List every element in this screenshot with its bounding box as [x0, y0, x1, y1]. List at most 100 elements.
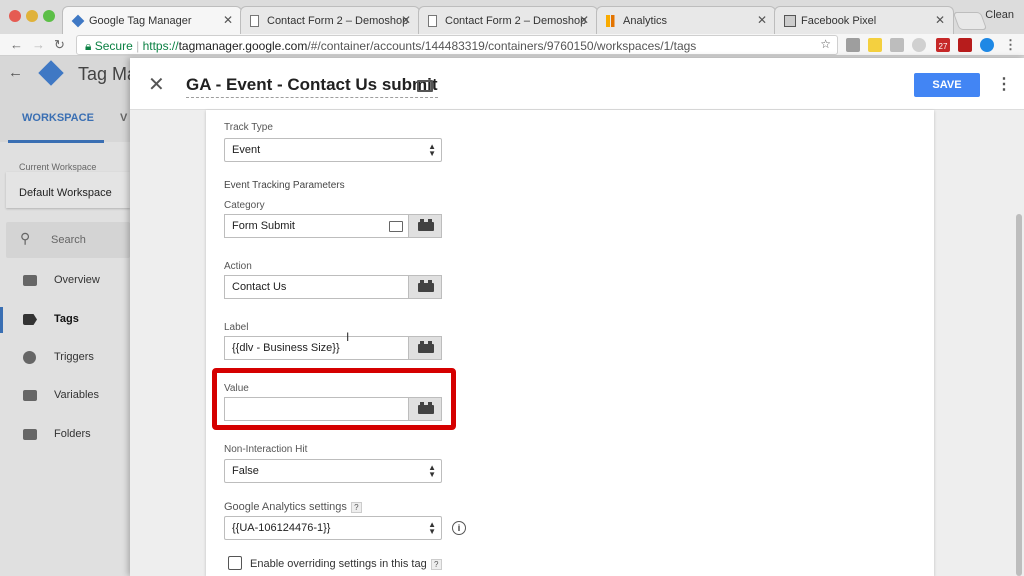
- non-interaction-hit-select[interactable]: False ▲ ▼: [224, 459, 442, 483]
- non-interaction-hit-value: False: [232, 465, 259, 477]
- tag-configuration-card: Track Type Event ▲ ▼ Event Tracking Param…: [206, 110, 934, 576]
- sidebar-search[interactable]: ⚲ Search: [6, 222, 130, 258]
- tab-title: Contact Form 2 – Demoshop: [267, 15, 409, 27]
- action-input[interactable]: Contact Us: [224, 275, 408, 299]
- gtm-favicon-icon: [71, 14, 85, 28]
- url-scheme: https://: [142, 39, 179, 53]
- close-tab-icon[interactable]: ✕: [935, 13, 945, 27]
- variable-icon: [418, 219, 434, 231]
- variable-icon: [418, 280, 434, 292]
- overview-icon: [23, 275, 37, 286]
- maximize-window-button[interactable]: [43, 10, 55, 22]
- sidebar-item-label: Triggers: [54, 351, 94, 363]
- reload-icon[interactable]: ↻: [54, 37, 65, 53]
- ga-settings-select[interactable]: {{UA-106124476-1}} ▲ ▼: [224, 516, 442, 540]
- browser-tab-facebook-pixel[interactable]: Facebook Pixel ✕: [774, 6, 954, 34]
- folder-icon[interactable]: [417, 80, 433, 92]
- secure-label: Secure: [94, 39, 133, 53]
- tab-workspace[interactable]: WORKSPACE: [22, 112, 94, 124]
- app-title: Tag Ma: [78, 64, 138, 84]
- browser-tab-contact-form-1[interactable]: Contact Form 2 – Demoshop ✕: [240, 6, 420, 34]
- browser-tab-contact-form-2[interactable]: Contact Form 2 – Demoshop ✕: [418, 6, 598, 34]
- sidebar-item-label: Overview: [54, 274, 100, 286]
- folder-icon: [23, 429, 37, 440]
- profile-label[interactable]: Clean: [985, 9, 1014, 21]
- ga-settings-label: Google Analytics settings?: [224, 501, 362, 513]
- close-tab-icon[interactable]: ✕: [579, 13, 589, 27]
- forward-arrow-icon[interactable]: →: [32, 37, 45, 52]
- autofill-card-icon: [389, 221, 403, 232]
- track-type-select[interactable]: Event ▲ ▼: [224, 138, 442, 162]
- sidebar-item-triggers[interactable]: Triggers: [0, 343, 130, 373]
- sidebar-item-folders[interactable]: Folders: [0, 420, 130, 450]
- help-icon[interactable]: ?: [350, 502, 362, 513]
- extension-icon[interactable]: [912, 38, 926, 52]
- current-workspace-selector[interactable]: Default Workspace: [6, 172, 130, 208]
- category-label: Category: [224, 200, 265, 211]
- label-label: Label: [224, 322, 249, 333]
- browser-tab-gtm[interactable]: Google Tag Manager ✕: [62, 6, 242, 34]
- browser-menu-icon[interactable]: ⋮: [1004, 37, 1017, 53]
- close-icon[interactable]: ✕: [148, 72, 165, 97]
- back-arrow-icon[interactable]: ←: [10, 37, 23, 52]
- save-button[interactable]: SAVE: [914, 73, 980, 97]
- address-bar[interactable]: 🔒︎ Secure | https://tagmanager.google.co…: [76, 35, 838, 55]
- category-input[interactable]: Form Submit: [224, 214, 408, 238]
- browser-toolbar: ← → ↻ 🔒︎ Secure | https://tagmanager.goo…: [0, 34, 1024, 56]
- tab-versions[interactable]: V: [120, 112, 127, 124]
- tag-name-title[interactable]: GA - Event - Contact Us submit: [186, 75, 438, 98]
- close-tab-icon[interactable]: ✕: [223, 13, 233, 27]
- label-input[interactable]: {{dlv - Business Size}}: [224, 336, 408, 360]
- close-tab-icon[interactable]: ✕: [757, 13, 767, 27]
- extension-icon[interactable]: [980, 38, 994, 52]
- sidebar-item-label: Folders: [54, 428, 91, 440]
- sidebar-item-label: Variables: [54, 389, 100, 401]
- sidebar-item-variables[interactable]: Variables: [0, 381, 130, 411]
- enable-overriding-checkbox[interactable]: [228, 556, 242, 570]
- select-arrows-icon: ▲ ▼: [428, 463, 436, 479]
- tab-title: Analytics: [623, 15, 668, 27]
- calendar-extension-icon[interactable]: 27: [936, 38, 950, 52]
- label-variable-button[interactable]: [408, 336, 442, 360]
- category-variable-button[interactable]: [408, 214, 442, 238]
- more-options-icon[interactable]: ⋮: [996, 74, 1012, 94]
- select-arrows-icon: ▲ ▼: [428, 520, 436, 536]
- current-workspace-label: Current Workspace: [19, 162, 97, 172]
- tab-title: Facebook Pixel: [801, 15, 877, 27]
- action-label: Action: [224, 261, 252, 272]
- value-variable-button[interactable]: [408, 397, 442, 421]
- value-input[interactable]: [224, 397, 408, 421]
- scrollbar[interactable]: [1016, 214, 1022, 576]
- extension-icon[interactable]: [958, 38, 972, 52]
- sidebar-item-tags[interactable]: Tags: [0, 305, 130, 335]
- close-tab-icon[interactable]: ✕: [401, 13, 411, 27]
- label-value: {{dlv - Business Size}}: [232, 342, 340, 354]
- variables-icon: [23, 390, 37, 401]
- close-window-button[interactable]: [9, 10, 21, 22]
- enable-overriding-label-text: Enable overriding settings in this tag: [250, 558, 427, 570]
- extension-icon[interactable]: [846, 38, 860, 52]
- back-arrow-icon[interactable]: ←: [8, 64, 23, 81]
- bookmark-star-icon[interactable]: ☆: [820, 37, 831, 51]
- tag-icon: [23, 314, 37, 325]
- sidebar-item-overview[interactable]: Overview: [0, 266, 130, 296]
- extension-icon[interactable]: [868, 38, 882, 52]
- active-tab-indicator: [8, 140, 104, 143]
- tag-editor-panel: ✕ GA - Event - Contact Us submit SAVE ⋮ …: [130, 58, 1024, 576]
- extension-icon[interactable]: [890, 38, 904, 52]
- event-tracking-parameters-heading: Event Tracking Parameters: [224, 180, 345, 191]
- search-placeholder: Search: [51, 234, 86, 246]
- search-icon: ⚲: [20, 230, 31, 246]
- variable-icon: [418, 402, 434, 414]
- sidebar-item-label: Tags: [54, 313, 79, 325]
- action-variable-button[interactable]: [408, 275, 442, 299]
- tab-title: Google Tag Manager: [89, 15, 192, 27]
- new-tab-button[interactable]: [952, 12, 988, 30]
- editor-header: ✕ GA - Event - Contact Us submit SAVE ⋮: [130, 58, 1024, 110]
- browser-tab-analytics[interactable]: Analytics ✕: [596, 6, 776, 34]
- image-icon: [784, 15, 796, 27]
- minimize-window-button[interactable]: [26, 10, 38, 22]
- info-icon[interactable]: i: [452, 521, 466, 535]
- select-arrows-icon: ▲ ▼: [428, 142, 436, 158]
- help-icon[interactable]: ?: [430, 559, 442, 570]
